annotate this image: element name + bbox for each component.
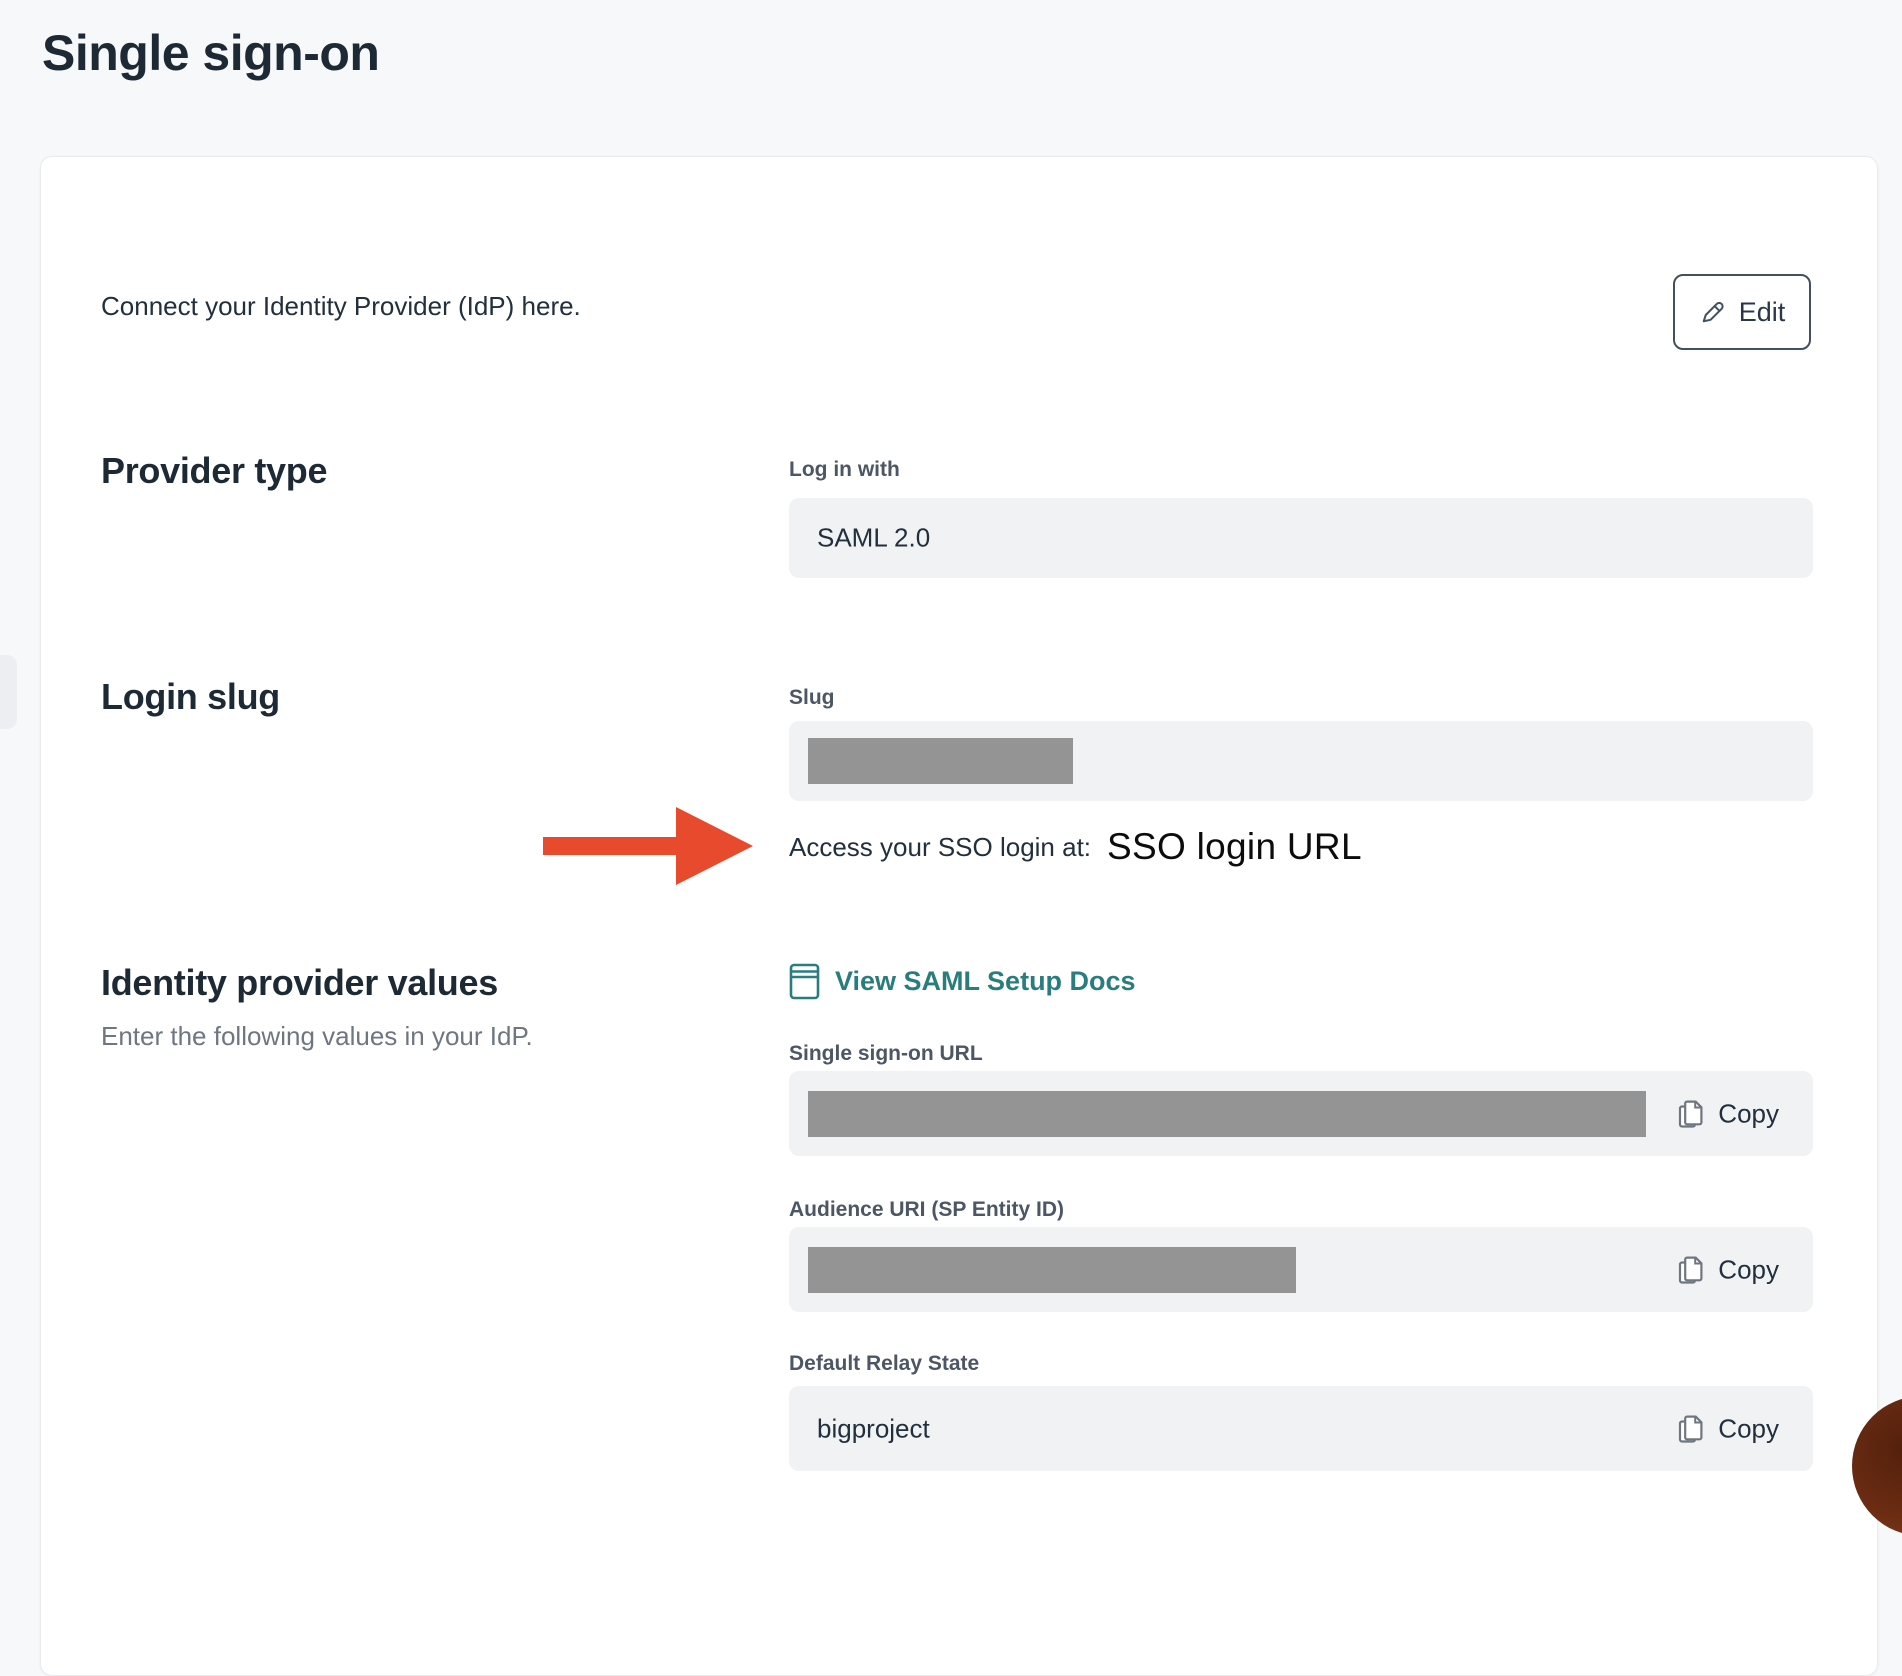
copy-icon — [1678, 1254, 1705, 1285]
audience-uri-field: Copy — [789, 1227, 1813, 1312]
copy-label: Copy — [1718, 1098, 1779, 1129]
sso-url-redaction-bar — [808, 1091, 1646, 1137]
provider-type-value: SAML 2.0 — [817, 523, 930, 554]
idp-values-heading: Identity provider values — [101, 965, 498, 1001]
docs-link-label: View SAML Setup Docs — [835, 968, 1136, 995]
provider-type-field: SAML 2.0 — [789, 498, 1813, 578]
sidebar-handle[interactable] — [0, 655, 17, 729]
pencil-icon — [1699, 299, 1726, 326]
copy-relay-state-button[interactable]: Copy — [1678, 1413, 1779, 1444]
red-annotation-arrow-icon — [543, 807, 753, 890]
login-with-label: Log in with — [789, 459, 900, 480]
slug-redaction-bar — [808, 738, 1073, 784]
copy-audience-uri-button[interactable]: Copy — [1678, 1254, 1779, 1285]
edit-button[interactable]: Edit — [1673, 274, 1811, 350]
copy-label: Copy — [1718, 1413, 1779, 1444]
sso-access-row: Access your SSO login at: SSO login URL — [789, 819, 1362, 875]
login-slug-heading: Login slug — [101, 679, 280, 715]
access-login-text: Access your SSO login at: — [789, 832, 1091, 863]
edit-button-label: Edit — [1739, 297, 1786, 328]
relay-state-field: bigproject Copy — [789, 1386, 1813, 1471]
docs-book-icon — [789, 963, 820, 1000]
slug-field — [789, 721, 1813, 801]
relay-state-value: bigproject — [817, 1413, 930, 1444]
intro-text: Connect your Identity Provider (IdP) her… — [101, 291, 581, 322]
copy-icon — [1678, 1098, 1705, 1129]
provider-type-heading: Provider type — [101, 453, 327, 489]
view-saml-docs-link[interactable]: View SAML Setup Docs — [789, 963, 1136, 1000]
audience-uri-redaction-bar — [808, 1247, 1296, 1293]
sso-url-field: Copy — [789, 1071, 1813, 1156]
page-title: Single sign-on — [42, 24, 379, 82]
relay-state-label: Default Relay State — [789, 1353, 979, 1374]
sso-login-url-annotation: SSO login URL — [1107, 826, 1362, 868]
copy-sso-url-button[interactable]: Copy — [1678, 1098, 1779, 1129]
sso-settings-card: Connect your Identity Provider (IdP) her… — [40, 156, 1878, 1676]
sso-url-label: Single sign-on URL — [789, 1043, 983, 1064]
audience-uri-label: Audience URI (SP Entity ID) — [789, 1199, 1064, 1220]
slug-label: Slug — [789, 687, 835, 708]
copy-label: Copy — [1718, 1254, 1779, 1285]
copy-icon — [1678, 1413, 1705, 1444]
idp-values-subheading: Enter the following values in your IdP. — [101, 1023, 533, 1049]
